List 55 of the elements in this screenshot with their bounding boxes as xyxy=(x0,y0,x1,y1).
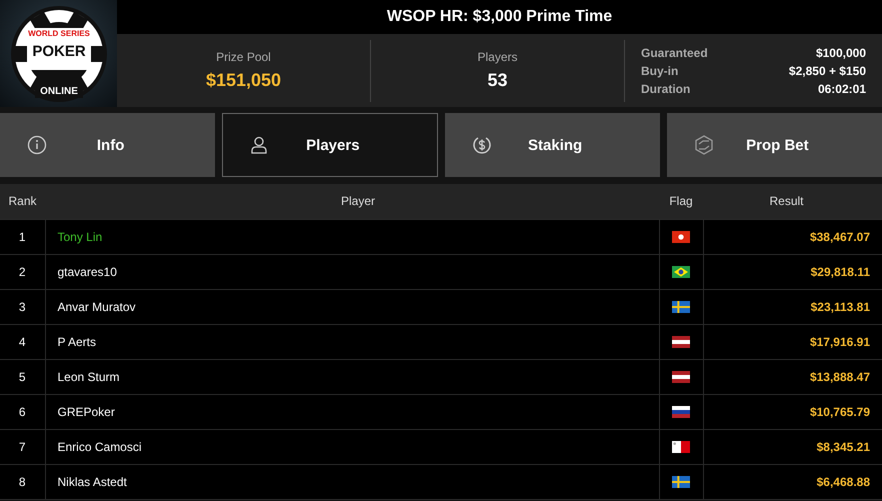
detail-value: $100,000 xyxy=(814,46,866,60)
stat-value: $151,050 xyxy=(206,70,282,91)
table-cell: $38,467.07 xyxy=(703,219,882,254)
stat-label: Players xyxy=(477,50,518,64)
flag-icon xyxy=(672,370,690,382)
stat-label: Prize Pool xyxy=(216,50,271,64)
detail-label: Guaranteed xyxy=(641,46,709,60)
column-header: Rank xyxy=(0,184,45,219)
detail-value: $2,850 + $150 xyxy=(788,64,866,78)
table-cell: 8 xyxy=(0,464,45,499)
table-cell: 7 xyxy=(0,429,45,464)
tournament-title: WSOP HR: $3,000 Prime Time xyxy=(117,0,882,34)
table-cell: 3 xyxy=(0,289,45,324)
hexagon-icon xyxy=(694,135,714,155)
info-icon xyxy=(27,135,47,155)
flag-icon xyxy=(672,406,690,418)
flag-icon xyxy=(672,336,690,348)
table-cell: Tony Lin xyxy=(45,219,659,254)
table-cell: Niklas Astedt xyxy=(45,464,659,499)
tab[interactable]: Info xyxy=(0,113,216,177)
table-cell: 5 xyxy=(0,359,45,394)
table-cell: P Aerts xyxy=(45,324,659,359)
table-cell: Leon Sturm xyxy=(45,359,659,394)
tab[interactable]: Staking xyxy=(444,113,660,177)
detail-label: Duration xyxy=(641,82,692,96)
stat-value: 53 xyxy=(487,70,508,91)
flag-icon xyxy=(672,440,690,452)
tab[interactable]: Prop Bet xyxy=(666,113,882,177)
person-icon xyxy=(249,135,270,155)
column-header: Result xyxy=(703,184,882,219)
flag-icon xyxy=(672,266,690,278)
table-cell: gtavares10 xyxy=(45,254,659,289)
table-cell: 1 xyxy=(0,219,45,254)
table-cell: $23,113.81 xyxy=(703,289,882,324)
table-cell: $13,888.47 xyxy=(703,359,882,394)
table-cell: $17,916.91 xyxy=(703,324,882,359)
table-cell: $10,765.79 xyxy=(703,394,882,429)
table-cell: 6 xyxy=(0,394,45,429)
detail-value: 06:02:01 xyxy=(816,82,866,96)
table-cell: 2 xyxy=(0,254,45,289)
table-cell: 4 xyxy=(0,324,45,359)
column-header: Flag xyxy=(659,184,703,219)
table-cell: GREPoker xyxy=(45,394,659,429)
table-cell: Enrico Camosci xyxy=(45,429,659,464)
flag-icon xyxy=(672,230,690,242)
table-cell: $8,345.21 xyxy=(703,429,882,464)
flag-icon xyxy=(672,300,690,312)
table-cell: $29,818.11 xyxy=(703,254,882,289)
table-cell: $6,468.88 xyxy=(703,464,882,499)
dollar-coin-icon xyxy=(472,135,492,155)
flag-icon xyxy=(672,476,690,488)
column-header: Player xyxy=(45,184,659,219)
table-cell: Anvar Muratov xyxy=(45,289,659,324)
tab[interactable]: Players xyxy=(222,113,438,177)
detail-label: Buy-in xyxy=(641,64,680,78)
